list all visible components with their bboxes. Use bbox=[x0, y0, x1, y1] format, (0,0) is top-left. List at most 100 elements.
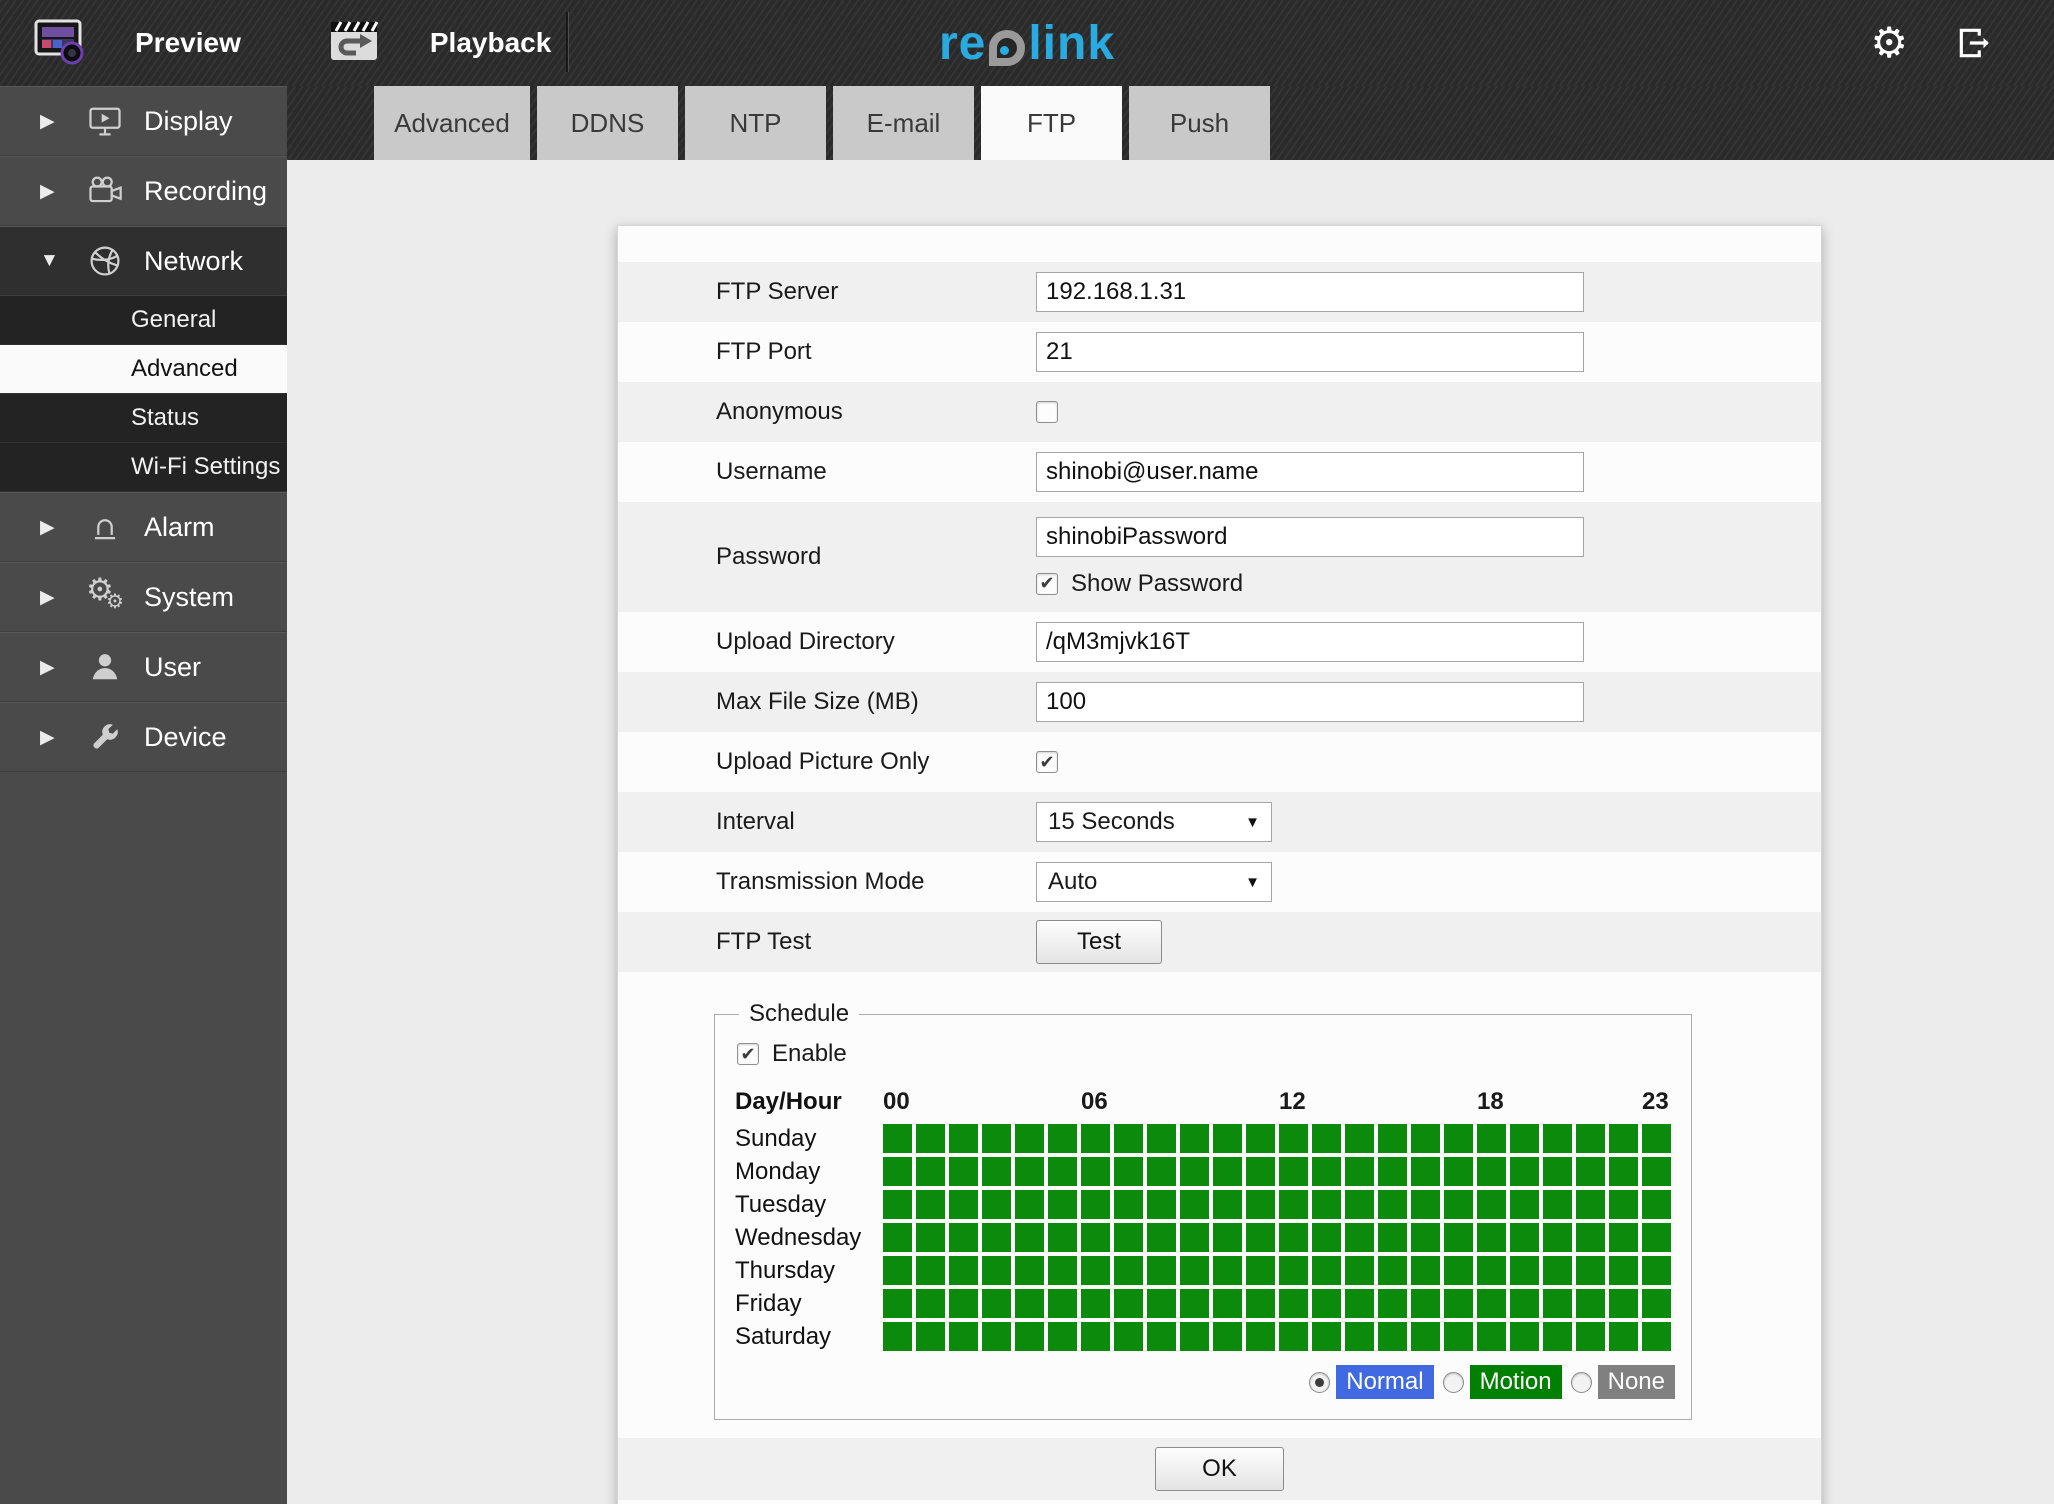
schedule-cell[interactable] bbox=[1576, 1190, 1605, 1219]
schedule-cell[interactable] bbox=[1345, 1322, 1374, 1351]
schedule-cell[interactable] bbox=[916, 1190, 945, 1219]
schedule-cell[interactable] bbox=[982, 1190, 1011, 1219]
sidebar-item-network[interactable]: ▼ Network bbox=[0, 226, 287, 296]
schedule-cell[interactable] bbox=[1642, 1190, 1671, 1219]
schedule-cell[interactable] bbox=[1213, 1190, 1242, 1219]
schedule-cell[interactable] bbox=[1477, 1190, 1506, 1219]
schedule-cell[interactable] bbox=[1444, 1223, 1473, 1252]
schedule-cell[interactable] bbox=[1510, 1289, 1539, 1318]
schedule-cell[interactable] bbox=[1279, 1190, 1308, 1219]
schedule-cell[interactable] bbox=[1378, 1256, 1407, 1285]
schedule-cell[interactable] bbox=[1279, 1322, 1308, 1351]
schedule-cell[interactable] bbox=[1411, 1124, 1440, 1153]
schedule-cell[interactable] bbox=[1510, 1157, 1539, 1186]
settings-gear-icon[interactable]: ⚙ bbox=[1870, 22, 1908, 64]
schedule-cell[interactable] bbox=[1180, 1256, 1209, 1285]
schedule-cell[interactable] bbox=[1246, 1157, 1275, 1186]
schedule-cell[interactable] bbox=[1279, 1256, 1308, 1285]
schedule-cell[interactable] bbox=[1642, 1256, 1671, 1285]
schedule-cell[interactable] bbox=[982, 1322, 1011, 1351]
schedule-cell[interactable] bbox=[1642, 1124, 1671, 1153]
tab-e-mail[interactable]: E-mail bbox=[833, 86, 974, 160]
schedule-cell[interactable] bbox=[1180, 1157, 1209, 1186]
schedule-cell[interactable] bbox=[1048, 1190, 1077, 1219]
schedule-cell[interactable] bbox=[1477, 1256, 1506, 1285]
schedule-cell[interactable] bbox=[1345, 1223, 1374, 1252]
schedule-cell[interactable] bbox=[1444, 1157, 1473, 1186]
schedule-cell[interactable] bbox=[1312, 1124, 1341, 1153]
sidebar-item-display[interactable]: ▶ Display bbox=[0, 86, 287, 156]
schedule-cell[interactable] bbox=[1411, 1223, 1440, 1252]
schedule-cell[interactable] bbox=[883, 1322, 912, 1351]
tab-advanced[interactable]: Advanced bbox=[374, 86, 530, 160]
schedule-cell[interactable] bbox=[1147, 1223, 1176, 1252]
schedule-cell[interactable] bbox=[1345, 1190, 1374, 1219]
schedule-cell[interactable] bbox=[1609, 1157, 1638, 1186]
schedule-cell[interactable] bbox=[1015, 1190, 1044, 1219]
schedule-cell[interactable] bbox=[1147, 1322, 1176, 1351]
preview-nav-button[interactable]: Preview bbox=[33, 17, 241, 70]
schedule-cell[interactable] bbox=[916, 1223, 945, 1252]
schedule-cell[interactable] bbox=[1378, 1289, 1407, 1318]
schedule-cell[interactable] bbox=[1609, 1223, 1638, 1252]
schedule-cell[interactable] bbox=[982, 1256, 1011, 1285]
sidebar-subitem-general[interactable]: General bbox=[0, 296, 287, 345]
schedule-cell[interactable] bbox=[1609, 1322, 1638, 1351]
schedule-cell[interactable] bbox=[1081, 1256, 1110, 1285]
sidebar-subitem-wi-fi-settings[interactable]: Wi-Fi Settings bbox=[0, 443, 287, 492]
schedule-cell[interactable] bbox=[1312, 1322, 1341, 1351]
schedule-cell[interactable] bbox=[916, 1124, 945, 1153]
sidebar-item-recording[interactable]: ▶ Recording bbox=[0, 156, 287, 226]
schedule-cell[interactable] bbox=[1081, 1124, 1110, 1153]
schedule-enable-checkbox[interactable] bbox=[737, 1043, 759, 1065]
schedule-cell[interactable] bbox=[1180, 1289, 1209, 1318]
schedule-cell[interactable] bbox=[1609, 1256, 1638, 1285]
schedule-cell[interactable] bbox=[1576, 1223, 1605, 1252]
schedule-cell[interactable] bbox=[916, 1157, 945, 1186]
schedule-cell[interactable] bbox=[916, 1256, 945, 1285]
sidebar-item-system[interactable]: ▶ ⚙ ⚙ System bbox=[0, 562, 287, 632]
schedule-cell[interactable] bbox=[1444, 1256, 1473, 1285]
schedule-cell[interactable] bbox=[1279, 1289, 1308, 1318]
schedule-cell[interactable] bbox=[1246, 1190, 1275, 1219]
schedule-cell[interactable] bbox=[1444, 1289, 1473, 1318]
tab-push[interactable]: Push bbox=[1129, 86, 1270, 160]
schedule-cell[interactable] bbox=[1081, 1190, 1110, 1219]
schedule-cell[interactable] bbox=[1642, 1289, 1671, 1318]
normal-radio[interactable] bbox=[1309, 1371, 1331, 1393]
playback-nav-button[interactable]: Playback bbox=[326, 17, 551, 70]
schedule-cell[interactable] bbox=[1378, 1124, 1407, 1153]
schedule-cell[interactable] bbox=[883, 1289, 912, 1318]
schedule-cell[interactable] bbox=[1642, 1157, 1671, 1186]
schedule-cell[interactable] bbox=[1477, 1124, 1506, 1153]
schedule-cell[interactable] bbox=[1642, 1223, 1671, 1252]
schedule-cell[interactable] bbox=[1378, 1157, 1407, 1186]
schedule-cell[interactable] bbox=[1576, 1157, 1605, 1186]
schedule-cell[interactable] bbox=[1576, 1289, 1605, 1318]
schedule-cell[interactable] bbox=[1477, 1157, 1506, 1186]
schedule-cell[interactable] bbox=[1081, 1289, 1110, 1318]
schedule-cell[interactable] bbox=[1444, 1190, 1473, 1219]
schedule-cell[interactable] bbox=[1147, 1190, 1176, 1219]
sidebar-item-user[interactable]: ▶ User bbox=[0, 632, 287, 702]
schedule-cell[interactable] bbox=[1015, 1124, 1044, 1153]
schedule-cell[interactable] bbox=[982, 1223, 1011, 1252]
schedule-cell[interactable] bbox=[1213, 1289, 1242, 1318]
schedule-cell[interactable] bbox=[982, 1289, 1011, 1318]
schedule-cell[interactable] bbox=[1411, 1256, 1440, 1285]
sidebar-item-device[interactable]: ▶ Device bbox=[0, 702, 287, 772]
schedule-cell[interactable] bbox=[1246, 1124, 1275, 1153]
schedule-cell[interactable] bbox=[1444, 1124, 1473, 1153]
schedule-cell[interactable] bbox=[949, 1289, 978, 1318]
schedule-cell[interactable] bbox=[949, 1223, 978, 1252]
motion-radio[interactable] bbox=[1442, 1371, 1464, 1393]
schedule-cell[interactable] bbox=[1114, 1157, 1143, 1186]
schedule-cell[interactable] bbox=[1477, 1223, 1506, 1252]
schedule-cell[interactable] bbox=[1015, 1322, 1044, 1351]
schedule-cell[interactable] bbox=[1015, 1157, 1044, 1186]
schedule-cell[interactable] bbox=[1378, 1322, 1407, 1351]
schedule-cell[interactable] bbox=[883, 1190, 912, 1219]
schedule-cell[interactable] bbox=[1081, 1157, 1110, 1186]
schedule-cell[interactable] bbox=[1345, 1157, 1374, 1186]
schedule-cell[interactable] bbox=[1081, 1322, 1110, 1351]
